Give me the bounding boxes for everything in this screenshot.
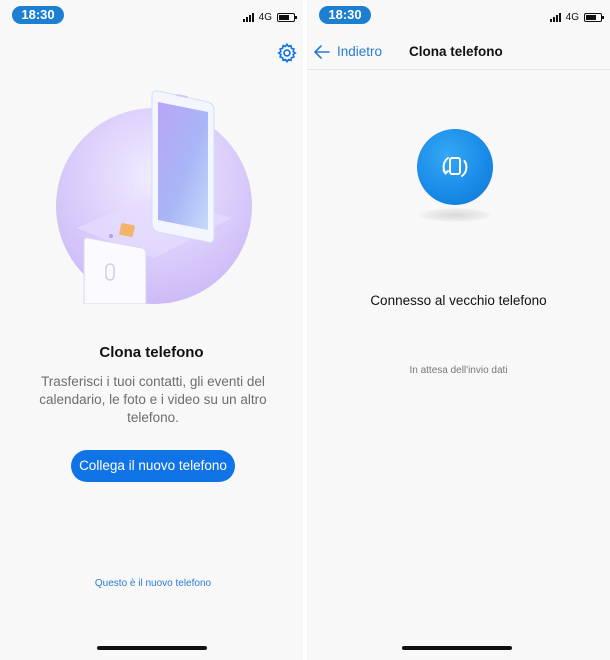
phone-clone-icon	[442, 157, 468, 177]
status-indicators: 4G	[242, 10, 297, 24]
clone-home-screen: 18:30 4G Clona telefono Trasferisci i tu…	[0, 0, 303, 660]
status-bar: 18:30 4G	[0, 0, 303, 34]
status-time: 18:30	[12, 6, 64, 24]
battery-icon	[584, 12, 604, 22]
icon-shadow	[419, 208, 491, 222]
navigation-bar: Indietro Clona telefono	[307, 34, 610, 70]
back-button[interactable]: Indietro	[337, 44, 382, 59]
signal-icon	[242, 12, 254, 22]
back-arrow-icon[interactable]	[313, 43, 331, 61]
connection-status-text: Connesso al vecchio telefono	[370, 293, 547, 308]
network-type: 4G	[258, 11, 272, 23]
clone-connected-screen: 18:30 4G Indietro Clona telefono Conness…	[307, 0, 610, 660]
network-type: 4G	[565, 11, 579, 23]
this-is-new-phone-link[interactable]: Questo è il nuovo telefono	[0, 578, 303, 589]
connect-new-phone-button[interactable]: Collega il nuovo telefono	[71, 450, 235, 482]
home-indicator[interactable]	[97, 646, 207, 650]
description-text: Trasferisci i tuoi contatti, gli eventi …	[39, 374, 267, 425]
page-title: Clona telefono	[99, 344, 204, 361]
battery-icon	[277, 12, 297, 22]
page-title: Clona telefono	[409, 44, 503, 59]
home-indicator[interactable]	[402, 646, 512, 650]
waiting-status-text: In attesa dell'invio dati	[409, 365, 508, 376]
status-indicators: 4G	[549, 10, 604, 24]
status-time: 18:30	[319, 6, 371, 24]
signal-icon	[549, 12, 561, 22]
phone-clone-illustration	[76, 90, 232, 304]
status-bar: 18:30 4G	[307, 0, 610, 34]
gear-icon[interactable]	[276, 42, 298, 64]
